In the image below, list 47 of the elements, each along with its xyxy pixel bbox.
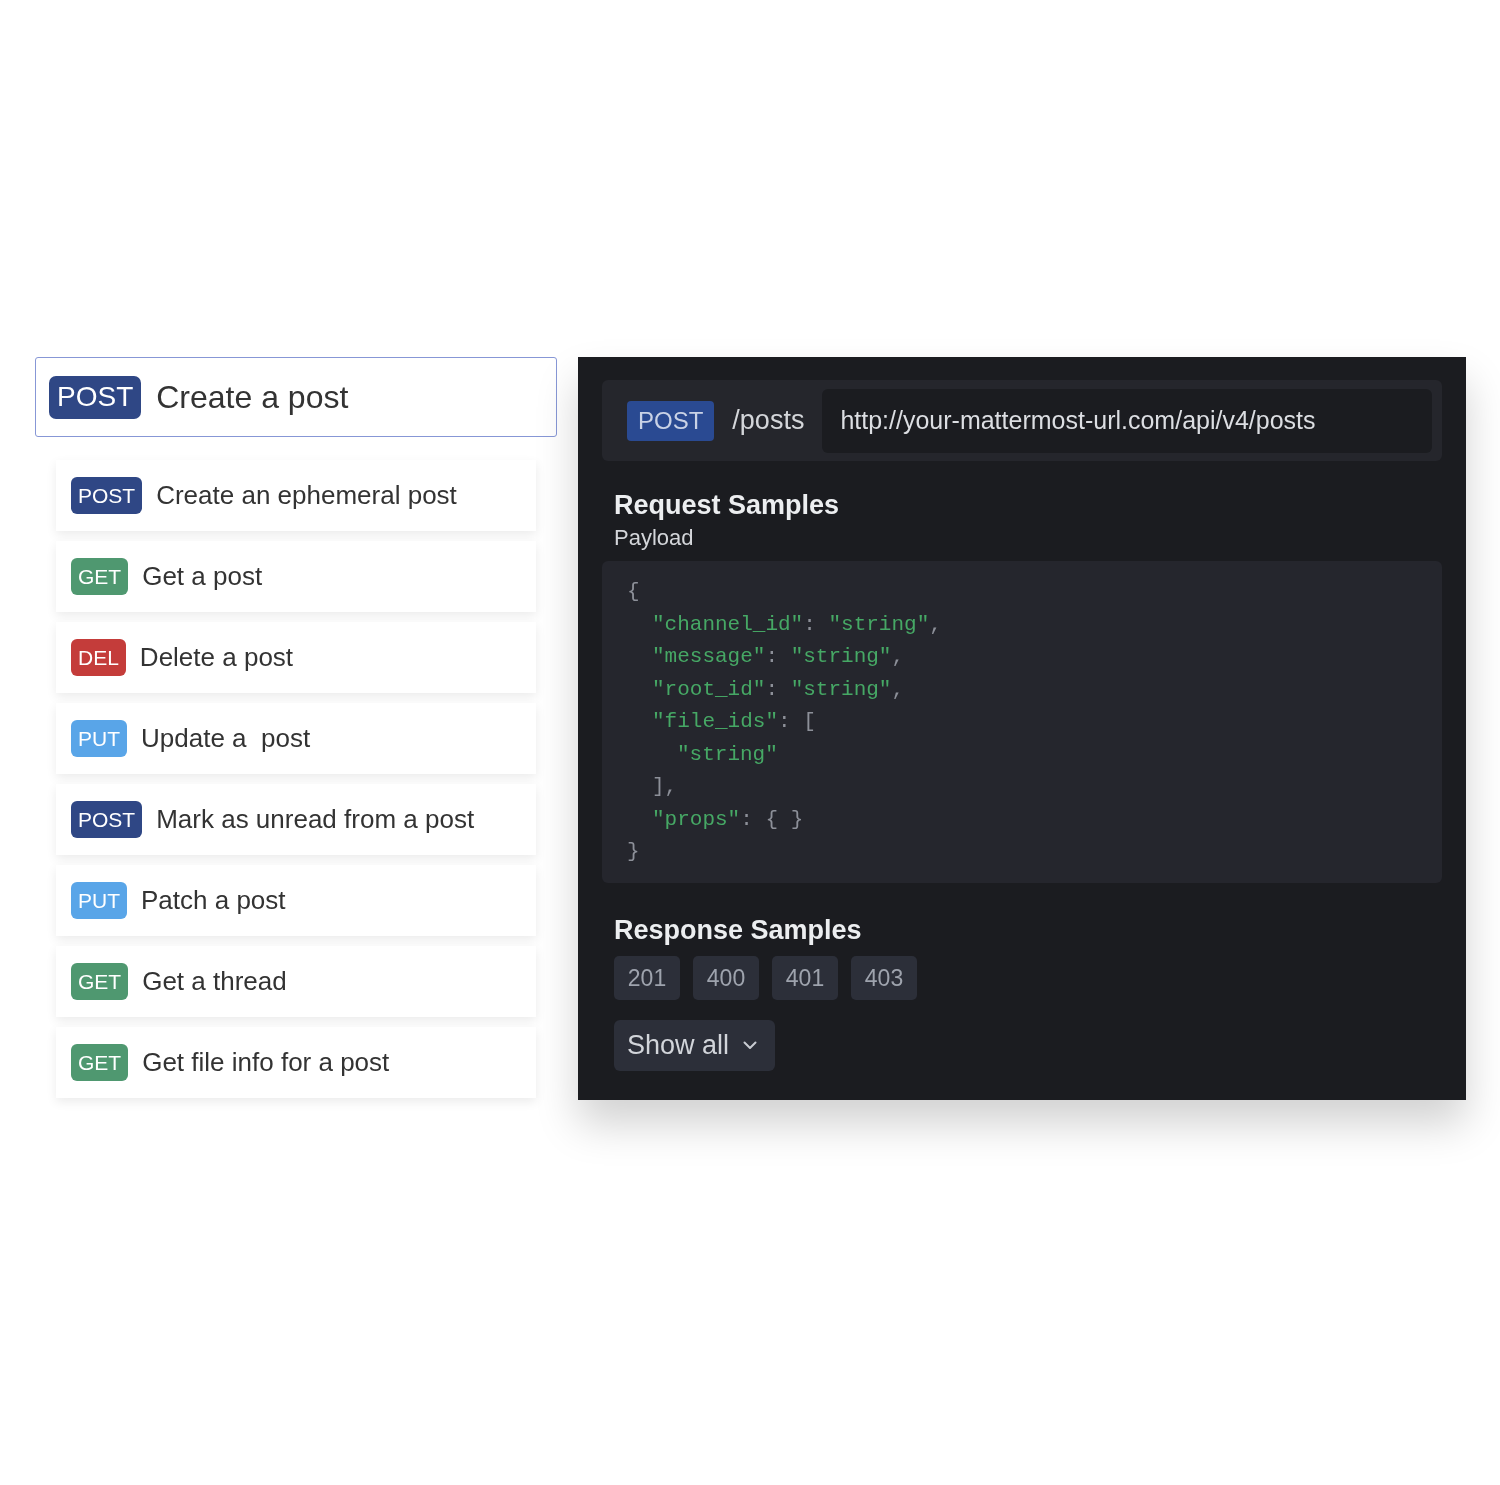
endpoint-title: Mark as unread from a post — [156, 803, 475, 836]
endpoint-item[interactable]: DEL Delete a post — [56, 622, 536, 693]
endpoint-title: Delete a post — [139, 641, 294, 674]
status-code-tab[interactable]: 403 — [851, 956, 917, 1000]
section-heading: Response Samples — [614, 914, 862, 947]
method-badge: POST — [627, 400, 715, 441]
code-line: "message": "string", — [652, 644, 905, 670]
status-code-tab[interactable]: 201 — [614, 956, 680, 1000]
section-subtitle: Payload — [614, 524, 694, 552]
endpoint-item[interactable]: POST Create an ephemeral post — [56, 460, 536, 531]
endpoint-item[interactable]: GET Get a thread — [56, 946, 536, 1017]
endpoint-item[interactable]: GET Get file info for a post — [56, 1027, 536, 1098]
endpoint-item[interactable]: GET Get a post — [56, 541, 536, 612]
method-badge: GET — [71, 1044, 129, 1081]
method-badge: PUT — [71, 720, 127, 757]
code-line: "file_ids": [ — [652, 709, 816, 735]
status-code-tab[interactable]: 400 — [693, 956, 759, 1000]
code-line: { — [627, 579, 640, 605]
code-line: "props": { } — [652, 806, 804, 833]
endpoint-title: Patch a post — [141, 884, 286, 917]
method-badge: PUT — [71, 882, 127, 919]
endpoint-title: Create an ephemeral post — [156, 479, 457, 512]
code-line: } — [627, 839, 640, 865]
endpoint-title: Get a post — [142, 560, 263, 593]
endpoint-title: Get file info for a post — [142, 1046, 390, 1079]
section-heading: Request Samples — [614, 489, 840, 522]
status-code-tab[interactable]: 401 — [772, 956, 838, 1000]
method-badge: DEL — [71, 639, 126, 676]
code-line: ], — [652, 774, 678, 800]
method-badge: POST — [49, 375, 142, 419]
code-line: "channel_id": "string", — [652, 611, 942, 638]
endpoint-item[interactable]: POST Create a post — [35, 357, 557, 437]
method-badge: GET — [71, 558, 129, 595]
endpoint-item[interactable]: PUT Patch a post — [56, 865, 536, 936]
endpoint-item[interactable]: PUT Update a post — [56, 703, 536, 774]
endpoint-title: Create a post — [156, 378, 349, 417]
show-all-button[interactable]: Show all — [614, 1020, 776, 1071]
method-badge: GET — [71, 963, 129, 1000]
code-line: "root_id": "string", — [652, 676, 905, 703]
method-badge: POST — [71, 477, 143, 514]
endpoint-path: /posts — [732, 404, 805, 438]
endpoint-title: Get a thread — [142, 965, 287, 998]
method-badge: POST — [71, 801, 143, 838]
endpoint-item[interactable]: POST Mark as unread from a post — [56, 784, 536, 855]
code-line: "string" — [677, 741, 778, 768]
url-field[interactable]: http://your-mattermost-url.com/api/v4/posts — [822, 388, 1432, 453]
endpoint-title: Update a post — [141, 722, 311, 755]
